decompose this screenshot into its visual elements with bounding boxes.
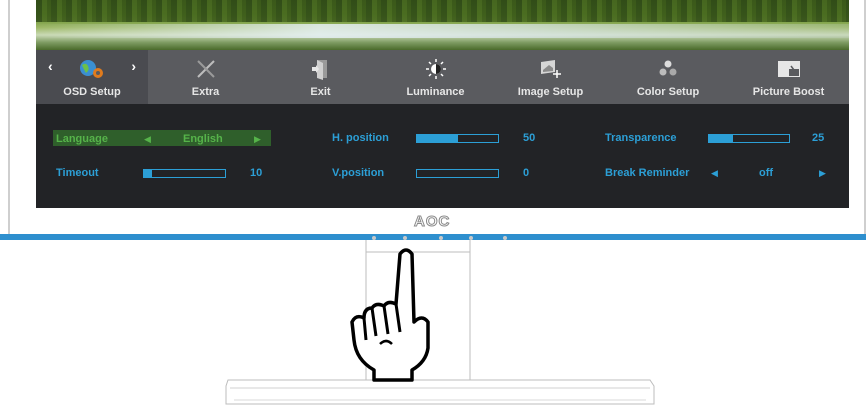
timeout-value: 10: [250, 167, 263, 179]
arrow-right-icon[interactable]: ▶: [819, 168, 826, 179]
transparence-label: Transparence: [605, 132, 677, 144]
language-label: Language: [56, 133, 108, 145]
arrow-left-icon[interactable]: ◀: [144, 134, 151, 145]
transparence-value: 25: [812, 132, 825, 144]
h-position-slider[interactable]: [416, 134, 499, 143]
break-reminder-label: Break Reminder: [605, 167, 690, 179]
image-setup-icon: [540, 60, 561, 78]
timeout-slider[interactable]: [143, 169, 226, 178]
tab-osd-setup[interactable]: ‹ › OSD Setup: [36, 50, 148, 104]
arrow-right-icon[interactable]: ▶: [254, 134, 261, 145]
transparence-slider[interactable]: [708, 134, 790, 143]
monitor-screen: ‹ › OSD Setup Extra Exit Luminance Image…: [36, 0, 849, 208]
arrow-left-icon[interactable]: ◀: [711, 168, 718, 179]
v-position-value: 0: [523, 167, 530, 179]
sun-icon: [425, 59, 446, 79]
tab-label: Picture Boost: [752, 86, 825, 98]
tab-label: Image Setup: [517, 86, 584, 98]
slider-fill: [144, 170, 153, 177]
pointing-hand-icon: [350, 248, 430, 382]
osd-settings-panel: Language ◀ English ▶ Timeout 10 H. posit…: [36, 104, 849, 208]
tab-extra[interactable]: Extra: [148, 50, 263, 104]
chevron-left-icon: ‹: [48, 58, 53, 74]
language-value[interactable]: English: [183, 133, 223, 145]
monitor-stand: [225, 240, 655, 405]
slider-fill: [417, 135, 458, 142]
chevron-right-icon: ›: [131, 58, 136, 74]
globe-gear-icon: [80, 60, 103, 78]
timeout-label: Timeout: [56, 167, 99, 179]
h-position-value: 50: [523, 132, 536, 144]
tab-label: Luminance: [406, 86, 465, 98]
v-position-slider[interactable]: [416, 169, 499, 178]
landscape-photo: [36, 0, 849, 50]
break-reminder-value[interactable]: off: [759, 167, 773, 179]
tab-picture-boost[interactable]: Picture Boost: [728, 50, 849, 104]
color-dots-icon: [659, 60, 677, 76]
osd-tab-bar: ‹ › OSD Setup Extra Exit Luminance Image…: [36, 50, 849, 104]
tab-label: Exit: [310, 86, 331, 98]
tab-luminance[interactable]: Luminance: [378, 50, 493, 104]
tab-label: Extra: [191, 86, 220, 98]
picture-boost-icon: [777, 61, 800, 77]
slider-fill: [709, 135, 733, 142]
h-position-label: H. position: [332, 132, 389, 144]
tab-label: Color Setup: [636, 86, 700, 98]
tab-label: OSD Setup: [63, 86, 121, 98]
tab-image-setup[interactable]: Image Setup: [493, 50, 608, 104]
tab-exit[interactable]: Exit: [263, 50, 378, 104]
tools-icon: [196, 60, 215, 78]
v-position-label: V.position: [332, 167, 385, 179]
exit-door-icon: [311, 60, 327, 80]
aoc-logo: AOC: [413, 213, 451, 231]
tab-color-setup[interactable]: Color Setup: [608, 50, 728, 104]
